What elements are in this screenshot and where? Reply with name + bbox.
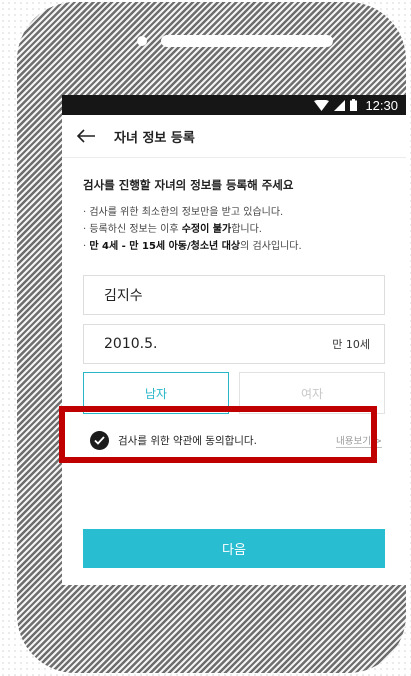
next-button[interactable]: 다음: [83, 529, 385, 568]
page-title: 자녀 정보 등록: [114, 130, 195, 146]
battery-icon: [350, 99, 358, 111]
birthdate-field[interactable]: 2010.5. 만 10세: [83, 324, 385, 364]
child-name-value: 김지수: [104, 288, 143, 304]
status-bar: 12:30: [62, 95, 406, 115]
earpiece-speaker: [161, 35, 333, 47]
note-item: · 만 4세 - 만 15세 아동/청소년 대상의 검사입니다.: [83, 241, 302, 252]
intro-notes: · 검사를 위한 최소한의 정보만을 받고 있습니다. · 등록하신 정보는 이…: [83, 204, 385, 255]
wifi-icon: [314, 99, 330, 111]
age-label: 만 10세: [332, 338, 370, 351]
status-time: 12:30: [365, 97, 398, 113]
phone-frame: 12:30 자녀 정보 등록 검사를 진행할 자녀의 정보를 등록해 주세요 ·…: [17, 2, 406, 673]
child-name-field[interactable]: 김지수: [83, 275, 385, 315]
phone-screen: 12:30 자녀 정보 등록 검사를 진행할 자녀의 정보를 등록해 주세요 ·…: [62, 95, 406, 585]
intro-heading: 검사를 진행할 자녀의 정보를 등록해 주세요: [83, 178, 294, 192]
front-camera: [137, 36, 147, 46]
consent-highlight-box: [59, 406, 377, 463]
note-item: · 등록하신 정보는 이후 수정이 불가합니다.: [83, 224, 262, 235]
back-button[interactable]: [76, 124, 100, 148]
arrow-left-icon: [76, 129, 95, 143]
note-item: · 검사를 위한 최소한의 정보만을 받고 있습니다.: [83, 207, 284, 218]
app-bar: 자녀 정보 등록: [62, 115, 406, 158]
birthdate-value: 2010.5.: [104, 336, 158, 352]
cell-signal-icon: [334, 99, 346, 111]
